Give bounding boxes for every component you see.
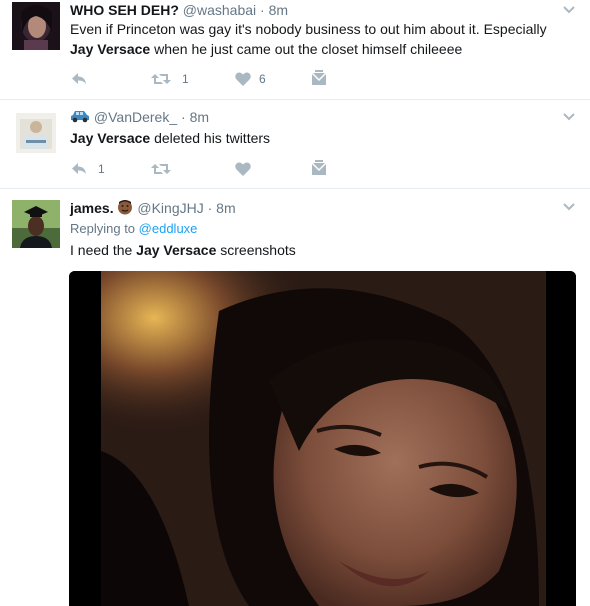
chevron-down-icon[interactable] [562,3,576,17]
user-handle[interactable]: @VanDerek_ [94,109,177,125]
like-button[interactable]: 6 [234,70,274,88]
tweet-text-line: Even if Princeton was gay it's nobody bu… [70,21,547,37]
tweet-text-span: deleted his twitters [150,130,271,146]
replying-to: Replying to @eddluxe [70,221,197,236]
reply-button[interactable]: 1 [70,160,110,178]
separator-dot: · [181,109,186,125]
retweet-button[interactable] [150,160,180,178]
display-name[interactable]: WHO SEH DEH? [70,2,179,18]
display-name[interactable]: james. [70,200,114,216]
tweet[interactable]: WHO SEH DEH? @washabai · 8m Even if Prin… [0,0,590,100]
separator-dot: · [260,2,265,18]
tweet-header: @VanDerek_ · 8m [70,109,209,125]
tweet-header: WHO SEH DEH? @washabai · 8m [70,2,288,18]
face-emoji-icon [118,200,133,215]
heart-icon [235,72,251,86]
retweet-icon [151,74,171,84]
mention-name[interactable]: Jay Versace [70,130,150,146]
tweet-header: james. @KingJHJ · 8m [70,199,236,216]
avatar[interactable] [16,113,56,153]
tweet-text-line: Jay Versace when he just came out the cl… [70,39,547,59]
timestamp[interactable]: 8m [216,200,235,216]
direct-message-icon [311,70,327,85]
timestamp[interactable]: 8m [269,2,288,18]
tweet-text: I need the Jay Versace screenshots [70,240,296,260]
retweet-icon [151,164,171,174]
direct-message-button[interactable] [310,70,330,88]
direct-message-button[interactable] [310,160,330,178]
chevron-down-icon[interactable] [562,110,576,124]
mention-name[interactable]: Jay Versace [70,41,150,57]
retweet-count: 1 [182,72,189,86]
like-button[interactable] [234,160,254,178]
tweet-text: Even if Princeton was gay it's nobody bu… [70,19,547,59]
tweet-text-span: when he just came out the closet himself… [150,41,463,57]
car-emoji-icon [71,111,89,123]
user-handle[interactable]: @washabai [183,2,256,18]
retweet-button[interactable]: 1 [150,70,190,88]
avatar[interactable] [12,2,60,50]
heart-icon [235,162,251,176]
reply-count: 1 [98,162,105,176]
avatar[interactable] [12,200,60,248]
reply-icon [72,73,86,84]
separator-dot: · [207,200,213,216]
like-count: 6 [259,72,266,86]
direct-message-icon [311,160,327,175]
tweet-text-span: I need the [70,242,137,258]
tweet-text: Jay Versace deleted his twitters [70,128,270,148]
tweet[interactable]: @VanDerek_ · 8m Jay Versace deleted his … [0,99,590,189]
reply-icon [72,163,86,174]
tweet-text-span: screenshots [216,242,296,258]
timestamp[interactable]: 8m [190,109,209,125]
replying-to-label: Replying to [70,221,136,236]
reply-button[interactable] [70,70,100,88]
replying-to-handle[interactable]: @eddluxe [139,221,198,236]
user-handle[interactable]: @KingJHJ [137,200,203,216]
mention-name[interactable]: Jay Versace [136,242,216,258]
chevron-down-icon[interactable] [562,200,576,214]
tweet-media-image[interactable] [69,271,576,606]
